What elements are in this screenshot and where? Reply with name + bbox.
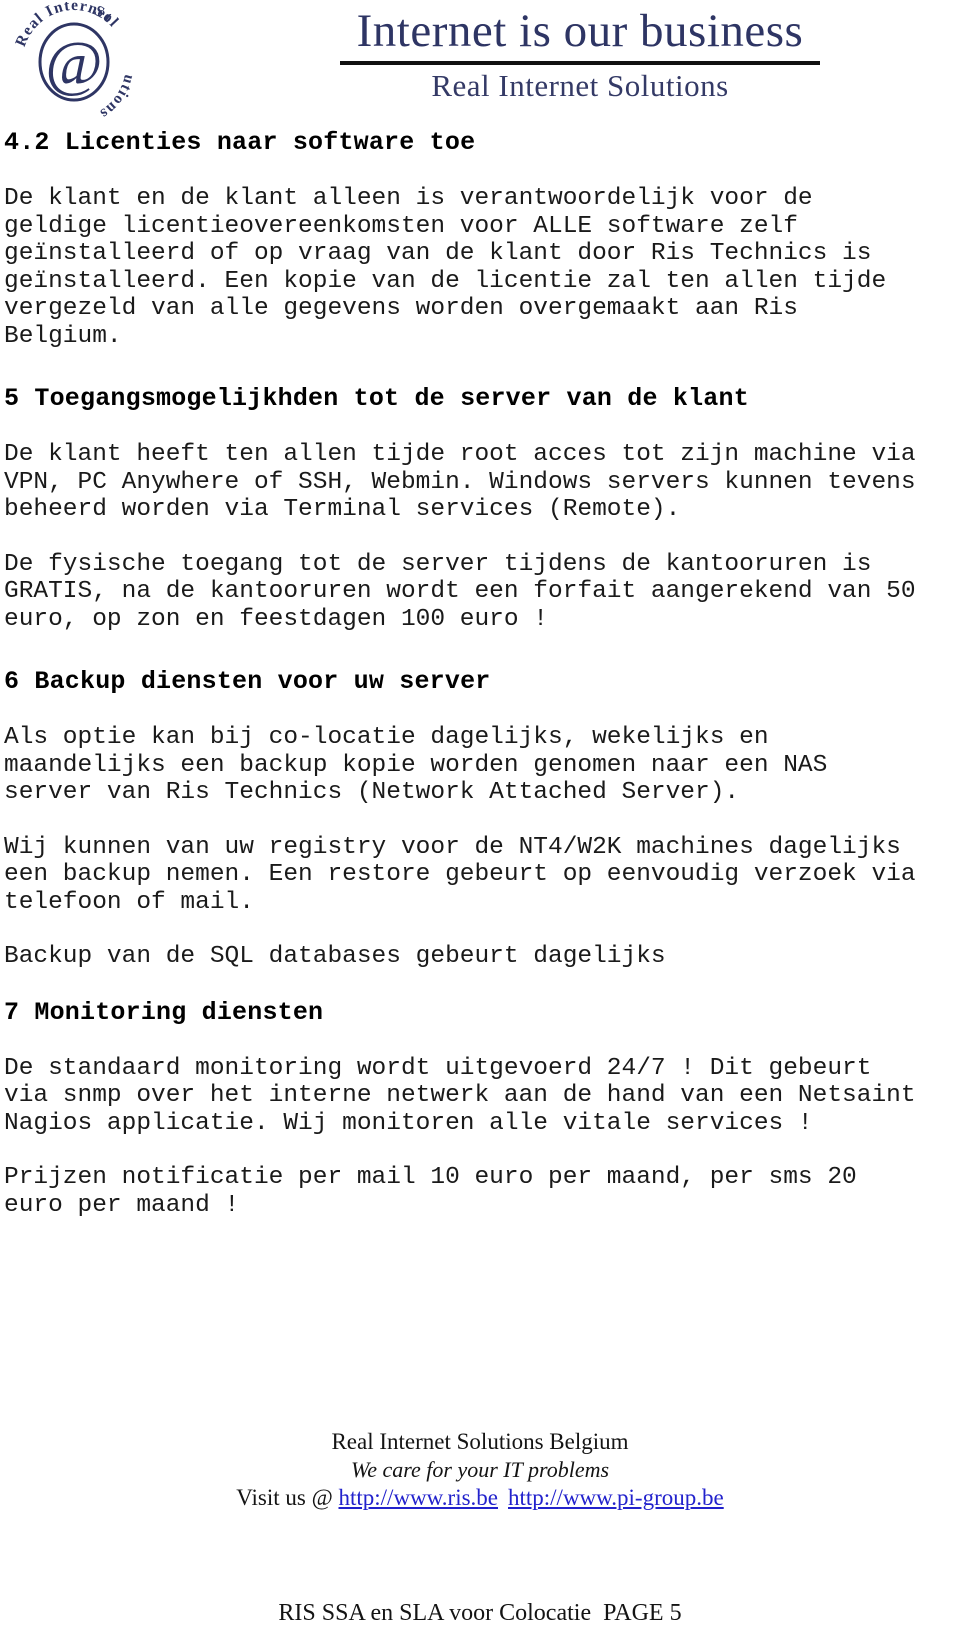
at-symbol-circular-logo-icon: @ Real Internet Sol utions	[12, 2, 136, 120]
header-banner: Internet is our business Real Internet S…	[320, 4, 840, 105]
svg-text:@: @	[45, 30, 102, 98]
page-footer: RIS SSA en SLA voor Colocatie PAGE 5	[278, 1600, 682, 1626]
footer-company-name: Real Internet Solutions Belgium	[331, 1429, 629, 1454]
section-6-paragraph-3: Backup van de SQL databases gebeurt dage…	[4, 943, 666, 970]
section-7-paragraph-2: Prijzen notificatie per mail 10 euro per…	[4, 1164, 857, 1219]
section-6-paragraph-1: Als optie kan bij co-locatie dagelijks, …	[4, 724, 828, 806]
footer-link-ris[interactable]: http://www.ris.be	[339, 1485, 499, 1510]
footer-tagline: We care for your IT problems	[350, 1457, 610, 1482]
section-7-paragraph-1: De standaard monitoring wordt uitgevoerd…	[4, 1054, 916, 1137]
document-page: @ Real Internet Sol utions Internet is o…	[0, 0, 960, 1636]
footer-link-pi-group[interactable]: http://www.pi-group.be	[508, 1485, 724, 1510]
section-7-heading: 7 Monitoring diensten	[4, 997, 324, 1027]
section-5-paragraph-1: De klant heeft ten allen tijde root acce…	[4, 441, 916, 523]
section-4-2-paragraph: De klant en de klant alleen is verantwoo…	[4, 185, 887, 350]
section-4-2-heading: 4.2 Licenties naar software toe	[4, 128, 476, 157]
document-footer: Real Internet Solutions Belgium We care …	[0, 1428, 960, 1513]
section-6-heading: 6 Backup diensten voor uw server	[4, 667, 491, 696]
section-5-paragraph-2: De fysische toegang tot de server tijden…	[4, 550, 916, 633]
company-logo: @ Real Internet Sol utions	[8, 2, 140, 120]
footer-visit-line: Visit us @ http://www.ris.be http://www.p…	[0, 1483, 960, 1513]
footer-visit-prefix: Visit us @	[236, 1485, 333, 1510]
banner-divider	[340, 61, 820, 65]
section-6-paragraph-2: Wij kunnen van uw registry voor de NT4/W…	[4, 833, 916, 916]
document-header: @ Real Internet Sol utions Internet is o…	[0, 0, 960, 125]
banner-title: Internet is our business	[356, 5, 804, 57]
banner-subtitle: Real Internet Solutions	[431, 68, 729, 103]
document-body: 4.2 Licenties naar software toe De klant…	[0, 128, 960, 1219]
section-5-heading: 5 Toegangsmogelijkhden tot de server van…	[4, 384, 749, 413]
